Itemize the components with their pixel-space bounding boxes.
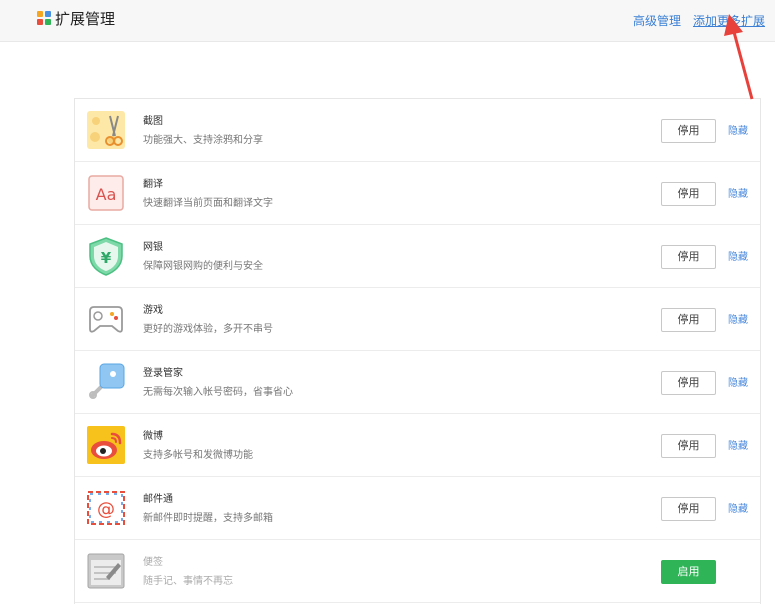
weibo-icon: [87, 426, 125, 464]
extension-desc: 新邮件即时提醒，支持多邮箱: [143, 513, 273, 524]
disable-button[interactable]: 停用: [661, 119, 716, 143]
hide-link[interactable]: 隐藏: [728, 440, 748, 453]
extension-name: 微博: [143, 431, 163, 442]
note-icon: [87, 553, 125, 589]
extension-row-notes: 便签 随手记、事情不再忘 启用: [75, 540, 760, 603]
extension-desc: 保障网银网购的便利与安全: [143, 261, 263, 272]
extension-name: 网银: [143, 242, 163, 253]
disable-button[interactable]: 停用: [661, 497, 716, 521]
extension-row-login-manager: 登录管家 无需每次输入帐号密码，省事省心 停用 隐藏: [75, 351, 760, 414]
extension-name: 登录管家: [143, 368, 183, 379]
extensions-logo-icon: [37, 11, 51, 25]
extension-row-ebank: ¥ 网银 保障网银网购的便利与安全 停用 隐藏: [75, 225, 760, 288]
extension-name: 截图: [143, 116, 163, 127]
hide-link[interactable]: 隐藏: [728, 125, 748, 138]
top-header: 扩展管理 高级管理 添加更多扩展: [0, 0, 775, 42]
extension-row-mail: @ 邮件通 新邮件即时提醒，支持多邮箱 停用 隐藏: [75, 477, 760, 540]
extension-desc: 无需每次输入帐号密码，省事省心: [143, 387, 293, 398]
hide-link[interactable]: 隐藏: [728, 251, 748, 264]
mail-at-icon: @: [87, 491, 125, 525]
extension-name: 翻译: [143, 179, 163, 190]
page-title: 扩展管理: [55, 10, 116, 28]
extension-list: 截图 功能强大、支持涂鸦和分享 停用 隐藏 Aa 翻译 快速翻译当前页面和翻译文…: [74, 98, 761, 604]
add-more-extensions-link[interactable]: 添加更多扩展: [693, 13, 765, 29]
extension-desc: 功能强大、支持涂鸦和分享: [143, 135, 263, 146]
hide-link[interactable]: 隐藏: [728, 314, 748, 327]
extension-row-screenshot: 截图 功能强大、支持涂鸦和分享 停用 隐藏: [75, 99, 760, 162]
extension-name: 邮件通: [143, 494, 173, 505]
extension-name: 游戏: [143, 305, 163, 316]
disable-button[interactable]: 停用: [661, 182, 716, 206]
svg-text:¥: ¥: [101, 249, 112, 267]
extension-desc: 更好的游戏体验，多开不串号: [143, 324, 273, 335]
extension-row-game: 游戏 更好的游戏体验，多开不串号 停用 隐藏: [75, 288, 760, 351]
svg-text:Aa: Aa: [96, 185, 117, 204]
extension-row-weibo: 微博 支持多帐号和发微博功能 停用 隐藏: [75, 414, 760, 477]
svg-text:@: @: [97, 499, 115, 520]
hide-link[interactable]: 隐藏: [728, 503, 748, 516]
hide-link[interactable]: 隐藏: [728, 188, 748, 201]
gamepad-icon: [89, 306, 123, 333]
shield-yuan-icon: ¥: [89, 237, 123, 276]
hide-link[interactable]: 隐藏: [728, 377, 748, 390]
extension-desc: 支持多帐号和发微博功能: [143, 450, 253, 461]
disable-button[interactable]: 停用: [661, 371, 716, 395]
translate-icon: Aa: [88, 175, 124, 211]
disable-button[interactable]: 停用: [661, 308, 716, 332]
disable-button[interactable]: 停用: [661, 434, 716, 458]
disable-button[interactable]: 停用: [661, 245, 716, 269]
extension-desc: 快速翻译当前页面和翻译文字: [143, 198, 273, 209]
scissors-icon: [87, 111, 125, 149]
advanced-manage-link[interactable]: 高级管理: [633, 13, 681, 29]
extension-desc: 随手记、事情不再忘: [143, 576, 233, 587]
extension-row-translate: Aa 翻译 快速翻译当前页面和翻译文字 停用 隐藏: [75, 162, 760, 225]
key-icon: [89, 363, 125, 399]
extension-name: 便签: [143, 557, 163, 568]
enable-button[interactable]: 启用: [661, 560, 716, 584]
